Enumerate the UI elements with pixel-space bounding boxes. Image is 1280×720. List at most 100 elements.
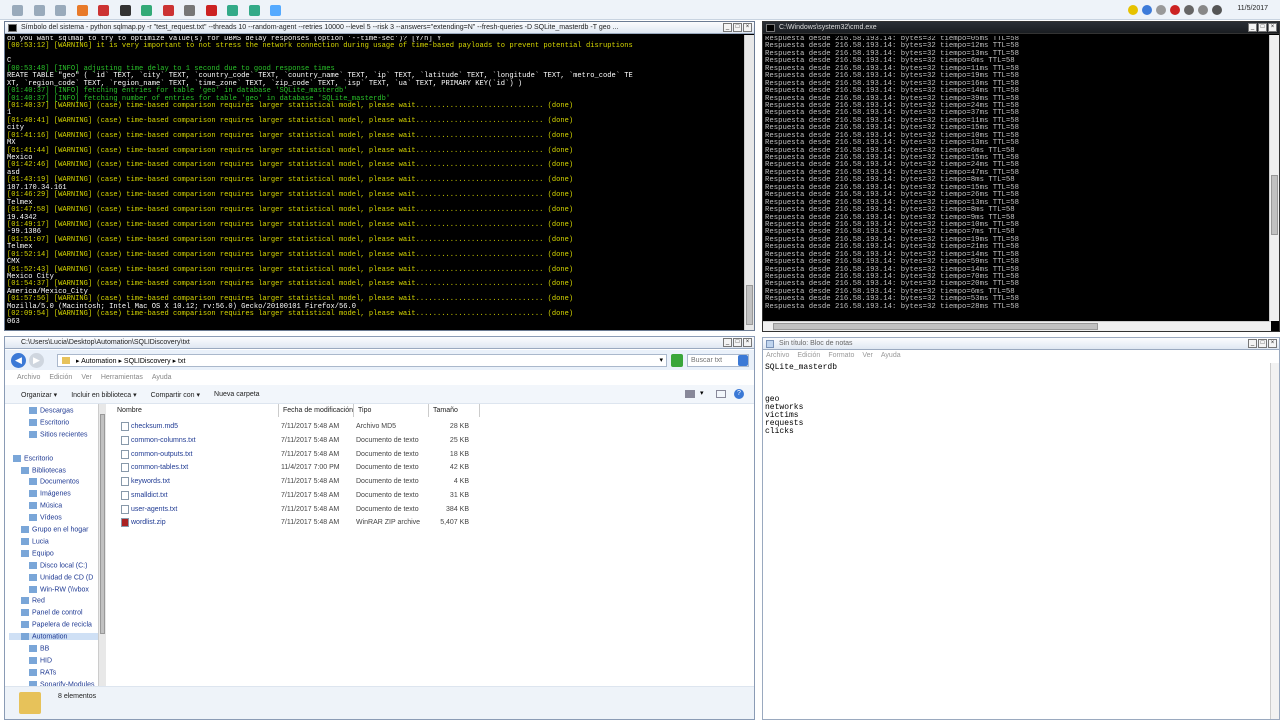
close-button[interactable]: ×: [1268, 339, 1277, 348]
flag-icon[interactable]: [1198, 5, 1208, 15]
scrollbar-thumb[interactable]: [100, 414, 105, 634]
navigation-scrollbar[interactable]: [98, 404, 106, 686]
column-date[interactable]: Fecha de modificación: [279, 404, 354, 417]
breadcrumb-sqlidiscovery[interactable]: SQLIDiscovery: [124, 358, 171, 365]
security-icon[interactable]: [1170, 5, 1180, 15]
notepad-titlebar[interactable]: Sin título: Bloc de notas _ □ ×: [763, 338, 1279, 350]
nav-item[interactable]: Red: [21, 597, 45, 605]
nav-item[interactable]: Disco local (C:): [29, 561, 87, 569]
norton-icon[interactable]: [1128, 5, 1138, 15]
column-name[interactable]: Nombre: [113, 404, 279, 417]
help-icon[interactable]: ?: [734, 389, 744, 399]
sqlmap-console-output[interactable]: do you want sqlmap to try to optimize va…: [7, 36, 744, 328]
address-bar[interactable]: ▸ Automation ▸ SQLIDiscovery ▸ txt ▾: [57, 354, 667, 367]
nav-item[interactable]: Automation: [9, 633, 99, 641]
nav-item[interactable]: Unidad de CD (D: [29, 573, 93, 581]
breadcrumb-automation[interactable]: Automation: [81, 358, 116, 365]
app-icon-13[interactable]: [270, 5, 281, 16]
network-icon[interactable]: [1142, 5, 1152, 15]
column-size[interactable]: Tamaño: [429, 404, 480, 417]
nav-item[interactable]: Escritorio: [13, 454, 53, 462]
notepad-window[interactable]: Sin título: Bloc de notas _ □ × Archivo E…: [762, 337, 1280, 720]
nav-item[interactable]: Panel de control: [21, 609, 83, 617]
file-row[interactable]: common-columns.txt 7/11/2017 5:48 AM Docum…: [113, 434, 473, 447]
app-icon-6[interactable]: [119, 5, 131, 16]
menu-item-edición[interactable]: Edición: [797, 352, 820, 363]
file-row[interactable]: common-outputs.txt 7/11/2017 5:48 AM Docum…: [113, 448, 473, 461]
nav-item[interactable]: Música: [29, 502, 62, 510]
file-explorer-window[interactable]: C:\Users\Lucia\Desktop\Automation\SQLIDi…: [4, 336, 755, 720]
chevron-down-icon[interactable]: ▾: [700, 389, 704, 397]
nav-item[interactable]: Papelera de recicla: [21, 621, 92, 629]
app-icon-7[interactable]: [141, 5, 152, 16]
file-row[interactable]: smalldict.txt 7/11/2017 5:48 AM Documento …: [113, 489, 473, 502]
refresh-button[interactable]: [671, 354, 683, 367]
command-incluir-en-biblioteca[interactable]: Incluir en biblioteca ▾: [71, 391, 136, 399]
app-icon-8[interactable]: [162, 5, 174, 16]
minimize-button[interactable]: _: [1248, 339, 1257, 348]
app-icon-9[interactable]: [184, 5, 195, 16]
nav-item[interactable]: Grupo en el hogar: [21, 526, 88, 533]
app-icon-3[interactable]: [55, 5, 66, 16]
file-row[interactable]: checksum.md5 7/11/2017 5:48 AM Archivo MD5…: [113, 420, 473, 433]
sqlmap-titlebar[interactable]: Símbolo del sistema - python sqlmap.py -…: [5, 22, 754, 34]
column-type[interactable]: Tipo: [354, 404, 429, 417]
battery-icon[interactable]: [1184, 5, 1194, 15]
close-button[interactable]: ×: [743, 338, 752, 347]
nav-item[interactable]: Documentos: [29, 478, 79, 486]
update-icon[interactable]: [1212, 5, 1222, 15]
app-icon-2[interactable]: [33, 5, 45, 16]
file-row[interactable]: keywords.txt 7/11/2017 5:48 AM Documento d…: [113, 475, 473, 488]
vertical-scrollbar[interactable]: [1269, 35, 1279, 321]
maximize-button[interactable]: □: [733, 23, 742, 32]
breadcrumb-txt[interactable]: txt: [178, 358, 185, 365]
nav-item[interactable]: Sitios recientes: [29, 430, 87, 438]
close-button[interactable]: ×: [1268, 23, 1277, 32]
scrollbar-thumb[interactable]: [1271, 175, 1278, 235]
nav-item[interactable]: RATs: [29, 668, 56, 676]
explorer-titlebar[interactable]: C:\Users\Lucia\Desktop\Automation\SQLIDi…: [5, 337, 754, 349]
cmd-console-output[interactable]: Respuesta desde 216.58.193.14: bytes=32 …: [765, 36, 1269, 318]
volume-icon[interactable]: [1156, 5, 1166, 15]
app-icon-12[interactable]: [248, 5, 260, 16]
scrollbar-thumb[interactable]: [773, 323, 1098, 330]
back-button[interactable]: ◀: [11, 353, 26, 368]
menu-item-ver[interactable]: Ver: [862, 352, 873, 363]
command-organizar[interactable]: Organizar ▾: [21, 391, 57, 399]
command-compartir-con[interactable]: Compartir con ▾: [151, 391, 200, 399]
command-nueva-carpeta[interactable]: Nueva carpeta: [214, 391, 260, 398]
menu-item-archivo[interactable]: Archivo: [766, 352, 789, 363]
maximize-button[interactable]: □: [1258, 23, 1267, 32]
sqlmap-console-window[interactable]: Símbolo del sistema - python sqlmap.py -…: [4, 21, 755, 331]
file-row[interactable]: common-tables.txt 11/4/2017 7:00 PM Docume…: [113, 461, 473, 474]
cmd-window[interactable]: C:\Windows\system32\cmd.exe _ □ × Respue…: [762, 21, 1280, 332]
nav-item[interactable]: Bibliotecas: [21, 466, 66, 474]
menu-item-ayuda[interactable]: Ayuda: [881, 352, 901, 363]
app-icon-4[interactable]: [76, 5, 88, 16]
menu-item-formato[interactable]: Formato: [828, 352, 854, 363]
search-icon[interactable]: [738, 355, 748, 366]
app-icon-1[interactable]: [12, 5, 23, 16]
forward-button[interactable]: ▶: [29, 353, 44, 368]
file-row[interactable]: user-agents.txt 7/11/2017 5:48 AM Document…: [113, 503, 473, 516]
horizontal-scrollbar[interactable]: [763, 321, 1271, 331]
view-options-icon[interactable]: [685, 390, 695, 398]
maximize-button[interactable]: □: [733, 338, 742, 347]
maximize-button[interactable]: □: [1258, 339, 1267, 348]
nav-item[interactable]: HID: [29, 656, 52, 664]
cmd-titlebar[interactable]: C:\Windows\system32\cmd.exe _ □ ×: [763, 22, 1279, 34]
file-row[interactable]: wordlist.zip 7/11/2017 5:48 AM WinRAR ZIP …: [113, 516, 473, 529]
scrollbar-thumb[interactable]: [746, 285, 753, 325]
preview-pane-icon[interactable]: [716, 390, 726, 398]
nav-item[interactable]: Vídeos: [29, 514, 62, 521]
app-icon-10[interactable]: [205, 5, 217, 16]
chevron-down-icon[interactable]: ▾: [659, 356, 663, 364]
notepad-text-area[interactable]: SQLite_masterdb geo networks victims req…: [765, 364, 1265, 714]
vertical-scrollbar[interactable]: [744, 35, 754, 330]
nav-item[interactable]: Win-RW (\\vbox: [29, 585, 89, 593]
nav-item[interactable]: Descargas: [29, 407, 73, 414]
nav-item[interactable]: Imágenes: [29, 490, 71, 498]
nav-item[interactable]: BB: [29, 645, 49, 652]
navigation-pane[interactable]: Descargas Escritorio Sitios recientes Escri…: [9, 404, 105, 686]
clock-date[interactable]: 11/5/2017: [1237, 5, 1268, 12]
